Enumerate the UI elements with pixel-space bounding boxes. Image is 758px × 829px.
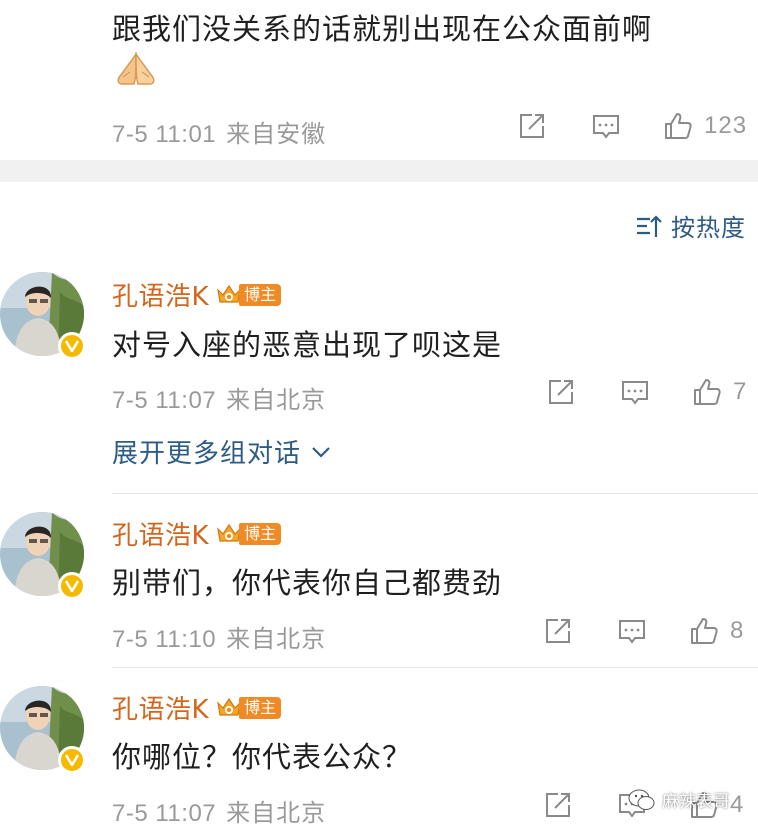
- comment-item: 孔语浩K 博主 对号入座的恶意出现了呗这是 7-5 11:07 来自北京 7: [0, 272, 758, 414]
- comment-meta: 7-5 11:10 来自北京: [112, 619, 326, 654]
- comment-icon[interactable]: [590, 110, 622, 142]
- chevron-down-icon: [312, 446, 330, 458]
- comment-text: 对号入座的恶意出现了呗这是: [112, 328, 503, 362]
- like-count: 4: [730, 791, 745, 818]
- comment-source: 来自北京: [226, 386, 327, 414]
- comment-text: 别带们，你代表你自己都费劲: [112, 566, 503, 600]
- badge-label: 博主: [239, 696, 282, 719]
- comment-icon[interactable]: [619, 376, 651, 408]
- comment-source: 来自北京: [226, 799, 327, 827]
- comment-actions: 123: [516, 110, 747, 142]
- badge-label: 博主: [239, 522, 282, 545]
- sort-icon: [637, 214, 662, 237]
- like-count: 8: [730, 617, 745, 644]
- verified-icon: [58, 332, 86, 360]
- expand-label: 展开更多组对话: [112, 439, 302, 469]
- comment-actions: 8: [542, 615, 744, 647]
- like-button[interactable]: 8: [688, 615, 744, 647]
- watermark: 麻辣表哥: [628, 787, 730, 812]
- share-icon[interactable]: [542, 615, 574, 647]
- username[interactable]: 孔语浩K: [112, 689, 209, 726]
- author-badge: 博主: [215, 282, 282, 308]
- comment-thread: 跟我们没关系的话就别出现在公众面前啊 7-5 11:01 来自安徽 123 按热…: [0, 0, 758, 829]
- comment-time: 7-5 11:01: [112, 121, 217, 148]
- user-line: 孔语浩K 博主: [112, 515, 282, 552]
- expand-more-button[interactable]: 展开更多组对话: [112, 433, 331, 470]
- share-icon[interactable]: [542, 789, 574, 821]
- like-button[interactable]: 7: [691, 376, 747, 408]
- comment-source: 来自安徽: [226, 120, 327, 148]
- username[interactable]: 孔语浩K: [112, 276, 209, 313]
- folded-hands-emoji: [117, 51, 155, 85]
- comment-text: 跟我们没关系的话就别出现在公众面前啊: [112, 12, 653, 46]
- divider: [112, 493, 758, 494]
- comment-actions: 7: [545, 376, 747, 408]
- comment-meta: 7-5 11:07 来自北京: [112, 793, 326, 828]
- section-divider: [0, 160, 758, 182]
- share-icon[interactable]: [516, 110, 548, 142]
- watermark-text: 麻辣表哥: [662, 792, 730, 812]
- verified-icon: [58, 746, 86, 774]
- verified-icon: [58, 572, 86, 600]
- comment-source: 来自北京: [226, 625, 327, 653]
- badge-label: 博主: [239, 283, 282, 306]
- wechat-icon: [628, 789, 655, 810]
- sort-button[interactable]: 按热度: [635, 208, 746, 243]
- like-icon[interactable]: [691, 376, 723, 408]
- comment-icon[interactable]: [616, 615, 648, 647]
- comment-meta: 7-5 11:01 来自安徽: [112, 114, 326, 149]
- like-button[interactable]: 123: [662, 110, 747, 142]
- like-icon[interactable]: [662, 110, 694, 142]
- comment-time: 7-5 11:10: [112, 626, 217, 653]
- like-count: 123: [704, 112, 748, 139]
- user-line: 孔语浩K 博主: [112, 689, 282, 726]
- divider: [112, 667, 758, 668]
- comment-time: 7-5 11:07: [112, 387, 217, 414]
- comment-text: 你哪位？你代表公众？: [112, 740, 413, 774]
- like-icon[interactable]: [688, 615, 720, 647]
- author-badge: 博主: [215, 521, 282, 547]
- sort-label: 按热度: [671, 214, 746, 242]
- share-icon[interactable]: [545, 376, 577, 408]
- username[interactable]: 孔语浩K: [112, 515, 209, 552]
- author-badge: 博主: [215, 695, 282, 721]
- comment-meta: 7-5 11:07 来自北京: [112, 380, 326, 415]
- comment-item: 孔语浩K 博主 别带们，你代表你自己都费劲 7-5 11:10 来自北京 8: [0, 512, 758, 653]
- user-line: 孔语浩K 博主: [112, 276, 282, 313]
- like-count: 7: [733, 378, 748, 405]
- comment-time: 7-5 11:07: [112, 800, 217, 827]
- top-comment: 跟我们没关系的话就别出现在公众面前啊 7-5 11:01 来自安徽 123: [0, 0, 758, 160]
